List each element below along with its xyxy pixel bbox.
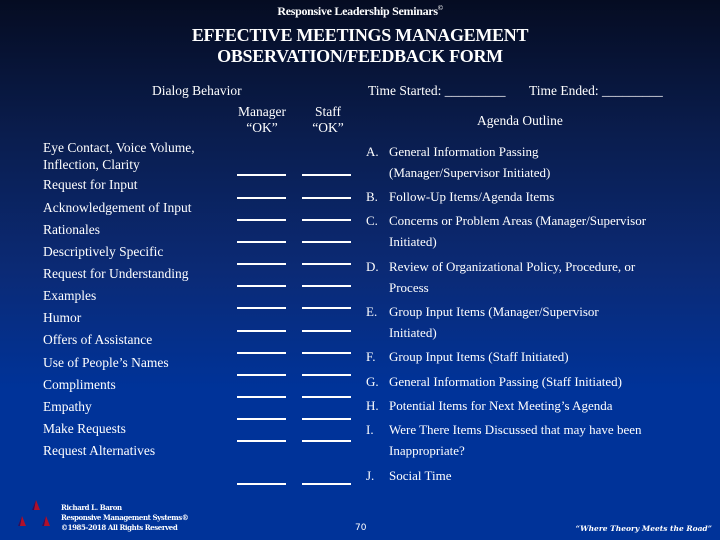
behavior-item: Descriptively Specific (43, 244, 164, 259)
footer-author: Richard L. Baron (61, 503, 122, 512)
staff-ok-blank[interactable] (302, 374, 351, 376)
title-line-2: OBSERVATION/FEEDBACK FORM (217, 46, 503, 66)
agenda-item-text: Follow-Up Items/Agenda Items (389, 189, 555, 204)
manager-ok-blank[interactable] (237, 219, 286, 221)
manager-ok-blank[interactable] (237, 352, 286, 354)
manager-ok-line1: Manager (238, 104, 286, 119)
manager-ok-blank[interactable] (237, 330, 286, 332)
footer-copyright: ©1985-2018 All Rights Reserved (61, 523, 178, 532)
agenda-letter: G. (366, 374, 379, 389)
staff-ok-blank[interactable] (302, 219, 351, 221)
agenda-item-text: Concerns or Problem Areas (Manager/Super… (389, 213, 647, 228)
agenda-item-text: General Information Passing (Staff Initi… (389, 374, 622, 389)
agenda-item-text: Social Time (389, 468, 452, 483)
staff-ok-blank[interactable] (302, 197, 351, 199)
manager-ok-blank[interactable] (237, 285, 286, 287)
agenda-letter: A. (366, 144, 379, 159)
agenda-item-text-cont: Initiated) (389, 234, 437, 249)
staff-ok-header: Staff “OK” (298, 104, 358, 136)
behavior-item: Offers of Assistance (43, 332, 153, 347)
manager-ok-blank[interactable] (237, 263, 286, 265)
behavior-item: Inflection, Clarity (43, 157, 140, 172)
manager-ok-line2: “OK” (246, 120, 278, 135)
behavior-item: Request Alternatives (43, 443, 156, 458)
manager-ok-blank[interactable] (237, 174, 286, 176)
behavior-item: Request for Understanding (43, 266, 189, 281)
agenda-item-text-cont: Process (389, 280, 429, 295)
agenda-item-text: General Information Passing (389, 144, 539, 159)
agenda-outline-header: Agenda Outline (477, 113, 563, 128)
footer-tagline: “Where Theory Meets the Road” (575, 524, 712, 533)
staff-ok-line2: “OK” (312, 120, 344, 135)
behavior-item: Examples (43, 288, 97, 303)
staff-ok-blank[interactable] (302, 418, 351, 420)
dialog-behavior-label: Dialog Behavior (152, 83, 242, 98)
behavior-item: Eye Contact, Voice Volume, (43, 140, 195, 155)
agenda-letter: C. (366, 213, 378, 228)
agenda-item-text: Potential Items for Next Meeting’s Agend… (389, 398, 613, 413)
org-name: Responsive Leadership Seminars (277, 4, 438, 18)
manager-ok-blank[interactable] (237, 396, 286, 398)
agenda-letter: H. (366, 398, 379, 413)
staff-ok-blank[interactable] (302, 241, 351, 243)
behavior-item: Acknowledgement of Input (43, 200, 192, 215)
agenda-item-text: Group Input Items (Manager/Supervisor (389, 304, 599, 319)
agenda-letter: I. (366, 422, 374, 437)
staff-ok-blank[interactable] (302, 396, 351, 398)
agenda-item-text-cont: (Manager/Supervisor Initiated) (389, 165, 551, 180)
manager-ok-header: Manager “OK” (232, 104, 292, 136)
manager-ok-blank[interactable] (237, 307, 286, 309)
behavior-item: Rationales (43, 222, 100, 237)
manager-ok-blank[interactable] (237, 418, 286, 420)
manager-ok-blank[interactable] (237, 197, 286, 199)
staff-ok-blank[interactable] (302, 174, 351, 176)
behavior-item: Request for Input (43, 177, 138, 192)
staff-ok-line1: Staff (315, 104, 341, 119)
staff-ok-blank[interactable] (302, 483, 351, 485)
behavior-item: Empathy (43, 399, 92, 414)
agenda-letter: D. (366, 259, 379, 274)
behavior-item: Use of People’s Names (43, 355, 169, 370)
staff-ok-blank[interactable] (302, 330, 351, 332)
page-number: 70 (355, 523, 367, 533)
title-line-1: EFFECTIVE MEETINGS MANAGEMENT (191, 25, 529, 45)
agenda-item-text-cont: Initiated) (389, 325, 437, 340)
agenda-item-text: Review of Organizational Policy, Procedu… (389, 259, 636, 274)
time-ended-field[interactable]: Time Ended: _________ (529, 83, 663, 99)
manager-ok-blank[interactable] (237, 483, 286, 485)
behavior-item: Make Requests (43, 421, 126, 436)
manager-ok-blank[interactable] (237, 241, 286, 243)
staff-ok-blank[interactable] (302, 352, 351, 354)
agenda-letter: E. (366, 304, 378, 319)
three-triangles-logo-icon (18, 500, 50, 526)
agenda-item-text: Were There Items Discussed that may have… (389, 422, 642, 437)
manager-ok-blank[interactable] (237, 440, 286, 442)
manager-ok-blank[interactable] (237, 374, 286, 376)
seminar-header: Responsive Leadership Seminars© (0, 4, 720, 19)
staff-ok-blank[interactable] (302, 440, 351, 442)
staff-ok-blank[interactable] (302, 285, 351, 287)
copyright-mark: © (437, 4, 443, 12)
staff-ok-blank[interactable] (302, 307, 351, 309)
staff-ok-blank[interactable] (302, 263, 351, 265)
agenda-letter: J. (366, 468, 375, 483)
agenda-item-text: Group Input Items (Staff Initiated) (389, 349, 569, 364)
footer-company: Responsive Management Systems® (61, 513, 189, 522)
agenda-item-text-cont: Inappropriate? (389, 443, 465, 458)
behavior-item: Humor (43, 310, 82, 325)
behavior-item: Compliments (43, 377, 116, 392)
agenda-letter: F. (366, 349, 376, 364)
agenda-letter: B. (366, 189, 378, 204)
page-title: EFFECTIVE MEETINGS MANAGEMENT OBSERVATIO… (0, 25, 720, 67)
time-started-field[interactable]: Time Started: _________ (368, 83, 506, 99)
